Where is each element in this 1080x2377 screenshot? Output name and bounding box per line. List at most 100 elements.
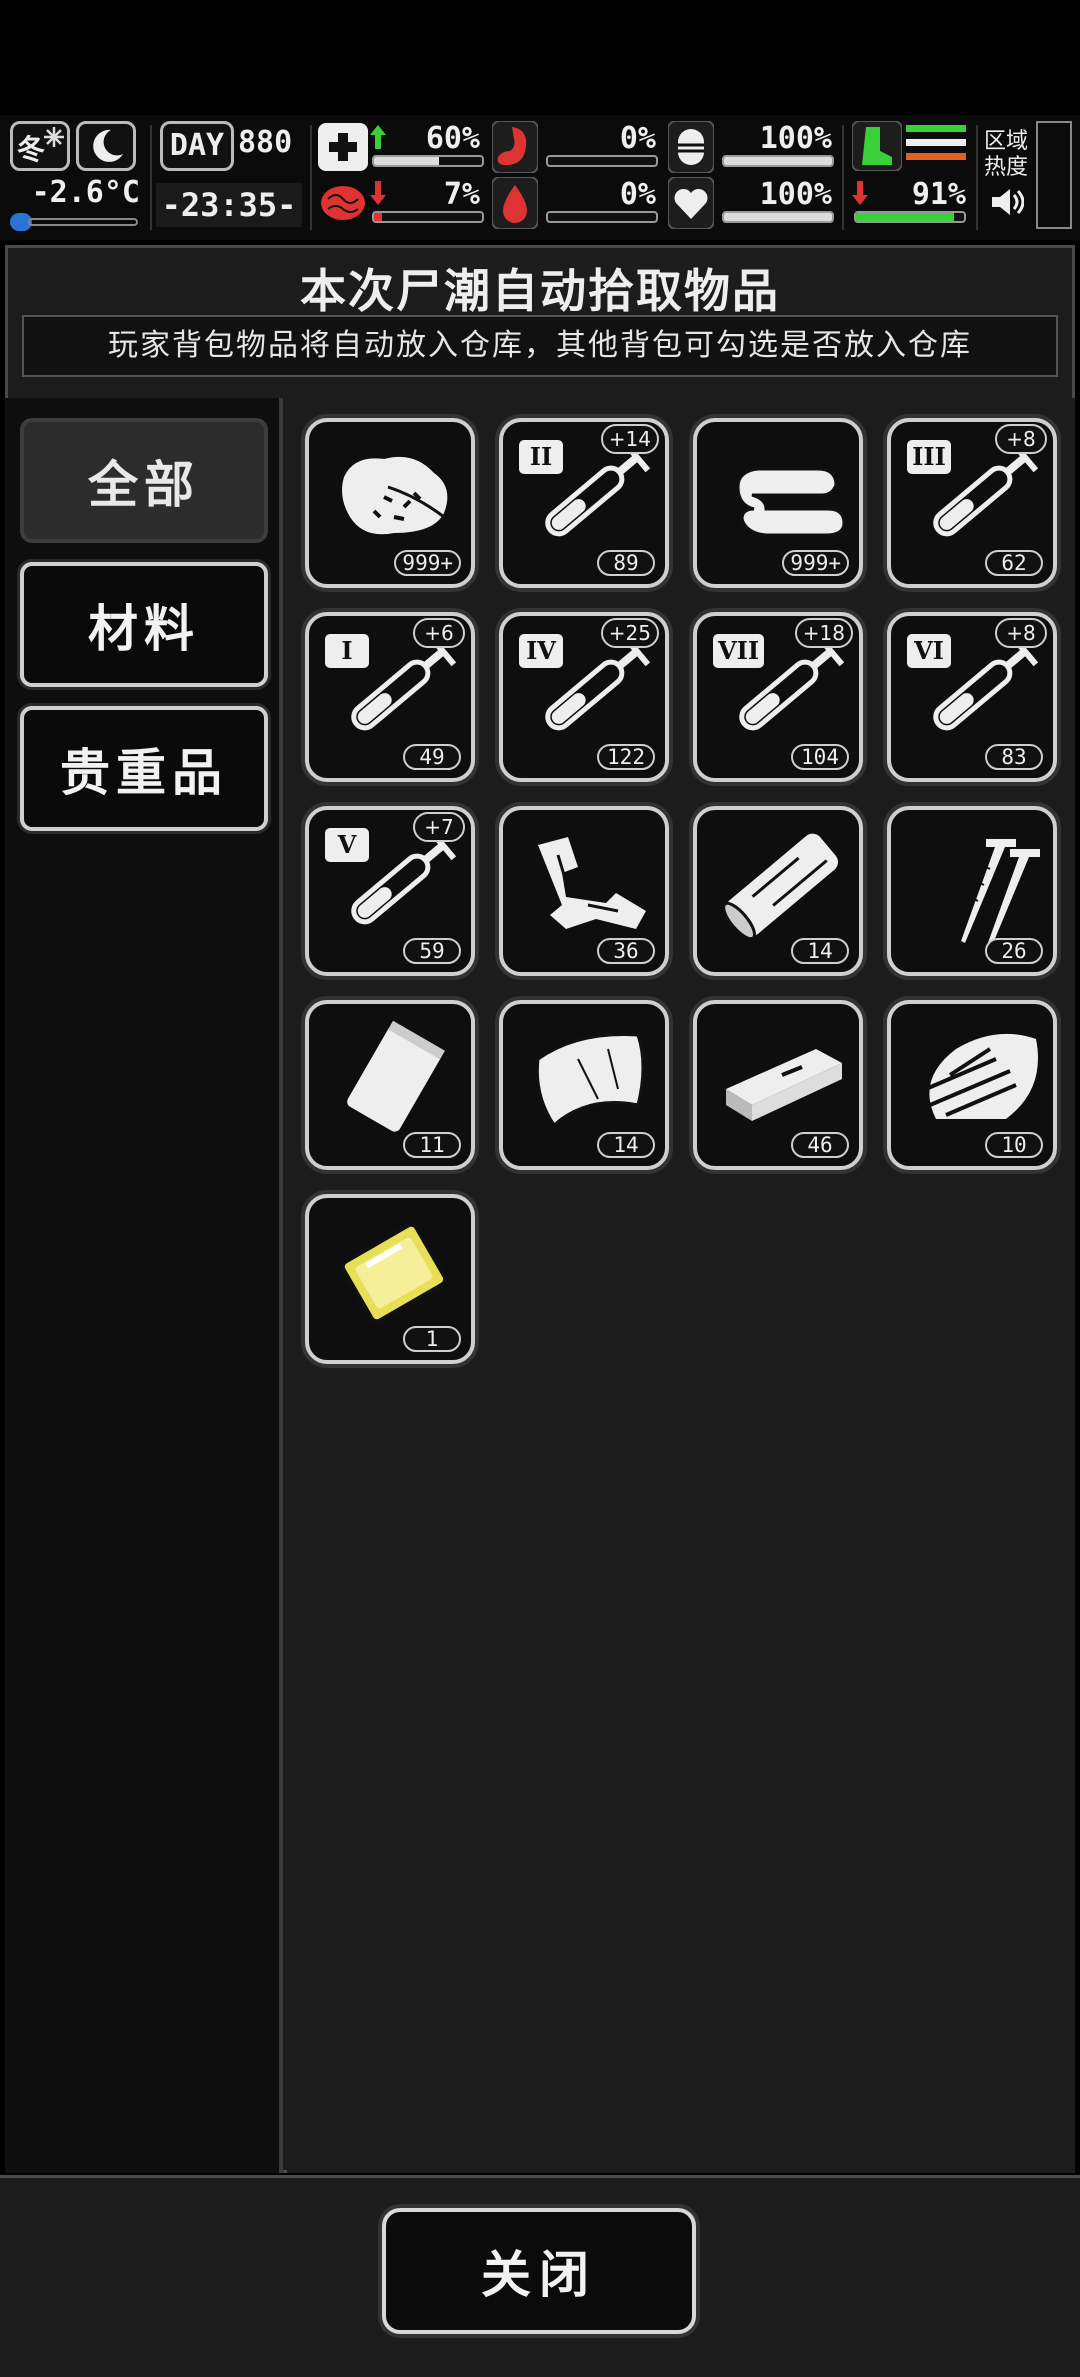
bonus-badge: +8 bbox=[995, 618, 1047, 648]
tab-all[interactable]: 全部 bbox=[20, 418, 268, 543]
gold-plate-icon bbox=[340, 1222, 448, 1324]
hud-divider bbox=[976, 125, 978, 230]
close-button[interactable]: 关闭 bbox=[382, 2208, 696, 2334]
heart-bar bbox=[722, 211, 834, 223]
bonus-badge: +25 bbox=[600, 618, 659, 648]
health-bar bbox=[372, 155, 484, 167]
hunger-bar bbox=[546, 155, 658, 167]
armor-bar bbox=[722, 155, 834, 167]
item-slot[interactable]: II +14 89 bbox=[499, 418, 669, 588]
blood-drop-icon bbox=[492, 177, 538, 229]
item-count: 36 bbox=[597, 938, 655, 964]
item-count: 104 bbox=[791, 744, 849, 770]
armor-percent: 100% bbox=[759, 121, 832, 156]
tab-materials[interactable]: 材料 bbox=[20, 562, 268, 687]
season-badge: 冬 bbox=[10, 121, 70, 171]
item-count: 999+ bbox=[394, 550, 461, 576]
scrap-metal-icon bbox=[538, 837, 646, 929]
temperature-readout: -2.6°C bbox=[31, 175, 140, 210]
item-count: 46 bbox=[791, 1132, 849, 1158]
item-slot[interactable]: VII +18 104 bbox=[693, 612, 863, 782]
item-count: 14 bbox=[597, 1132, 655, 1158]
item-count: 62 bbox=[985, 550, 1043, 576]
heart-icon bbox=[668, 177, 714, 229]
blood-percent: 0% bbox=[619, 177, 656, 212]
item-slot[interactable]: 36 bbox=[499, 806, 669, 976]
item-count: 999+ bbox=[782, 550, 849, 576]
broken-wood-icon bbox=[925, 1033, 1038, 1119]
tier-badge: III bbox=[907, 440, 951, 474]
item-slot[interactable]: 1 bbox=[305, 1194, 475, 1364]
armor-icon bbox=[668, 121, 714, 173]
brain-bar bbox=[372, 211, 484, 223]
boot-icon bbox=[852, 121, 902, 171]
item-slot[interactable]: 999+ bbox=[305, 418, 475, 588]
day-label: DAY bbox=[160, 121, 234, 171]
tab-valuables[interactable]: 贵重品 bbox=[20, 706, 268, 831]
tier-badge: VI bbox=[907, 634, 951, 668]
item-count: 26 bbox=[985, 938, 1043, 964]
tier-badge: I bbox=[325, 634, 369, 668]
item-count: 122 bbox=[597, 744, 655, 770]
tier-badge: II bbox=[519, 440, 563, 474]
item-slot[interactable]: 46 bbox=[693, 1000, 863, 1170]
hunger-percent: 0% bbox=[619, 121, 656, 156]
clock-readout: -23:35- bbox=[156, 183, 302, 227]
stomach-icon bbox=[492, 121, 538, 173]
dialog-notice: 玩家背包物品将自动放入仓库，其他背包可勾选是否放入仓库 bbox=[22, 315, 1058, 377]
hud-divider bbox=[310, 125, 312, 230]
item-count: 59 bbox=[403, 938, 461, 964]
tier-badge: VII bbox=[713, 634, 765, 668]
night-badge bbox=[76, 121, 136, 171]
item-slot[interactable]: I +6 49 bbox=[305, 612, 475, 782]
item-slot[interactable]: 26 bbox=[887, 806, 1057, 976]
health-percent: 60% bbox=[425, 121, 480, 156]
speaker-icon[interactable] bbox=[990, 185, 1024, 219]
tier-badge: IV bbox=[519, 634, 563, 668]
item-count: 83 bbox=[985, 744, 1043, 770]
status-hud: 冬 -2.6°C DAY 880 -23:35- 60% 7% 0% 0% 10… bbox=[0, 115, 1080, 240]
stamina-bar bbox=[854, 211, 966, 223]
brain-icon bbox=[321, 186, 365, 220]
item-slot[interactable]: 11 bbox=[305, 1000, 475, 1170]
zone-heat-meter bbox=[1036, 121, 1072, 229]
hud-divider bbox=[842, 125, 844, 230]
stamina-percent: 91% bbox=[911, 177, 966, 212]
item-slot[interactable]: VI +8 83 bbox=[887, 612, 1057, 782]
item-slot[interactable]: 14 bbox=[499, 1000, 669, 1170]
hud-divider bbox=[150, 125, 152, 230]
bonus-badge: +8 bbox=[995, 424, 1047, 454]
item-count: 89 bbox=[597, 550, 655, 576]
season-label: 冬 bbox=[17, 133, 46, 166]
item-slot[interactable]: 10 bbox=[887, 1000, 1057, 1170]
nails-icon bbox=[961, 839, 1040, 945]
item-slot[interactable]: V +7 59 bbox=[305, 806, 475, 976]
item-slot[interactable]: 14 bbox=[693, 806, 863, 976]
dialog-title: 本次尸潮自动拾取物品 bbox=[300, 264, 780, 318]
item-slot[interactable]: 999+ bbox=[693, 418, 863, 588]
item-grid: 999+ II +14 89 999+ III +8 62 I +6 49 IV +25 122 VII +1… bbox=[287, 398, 1075, 2173]
blood-bar bbox=[546, 211, 658, 223]
brain-percent: 7% bbox=[443, 177, 480, 212]
item-slot[interactable]: III +8 62 bbox=[887, 418, 1057, 588]
heart-percent: 100% bbox=[759, 177, 832, 212]
paper-bag-icon bbox=[347, 1020, 445, 1132]
item-count: 14 bbox=[791, 938, 849, 964]
leather-sheet-icon bbox=[535, 1033, 645, 1128]
zone-heat-label: 区域 热度 bbox=[984, 129, 1044, 181]
wood-log-icon bbox=[722, 833, 839, 941]
item-count: 10 bbox=[985, 1132, 1043, 1158]
item-slot[interactable]: IV +25 122 bbox=[499, 612, 669, 782]
day-counter: 880 bbox=[238, 125, 293, 160]
zone-label-line2: 热度 bbox=[984, 155, 1029, 180]
category-sidebar: 全部 材料 贵重品 bbox=[5, 398, 283, 2173]
bonus-badge: +14 bbox=[600, 424, 659, 454]
stamina-levels bbox=[906, 125, 966, 169]
snow-icon bbox=[44, 127, 64, 147]
bonus-badge: +6 bbox=[413, 618, 465, 648]
bonus-badge: +7 bbox=[413, 812, 465, 842]
moon-icon bbox=[93, 129, 123, 162]
wood-plank-icon bbox=[726, 1049, 842, 1121]
item-count: 11 bbox=[403, 1132, 461, 1158]
medkit-icon bbox=[318, 123, 368, 171]
